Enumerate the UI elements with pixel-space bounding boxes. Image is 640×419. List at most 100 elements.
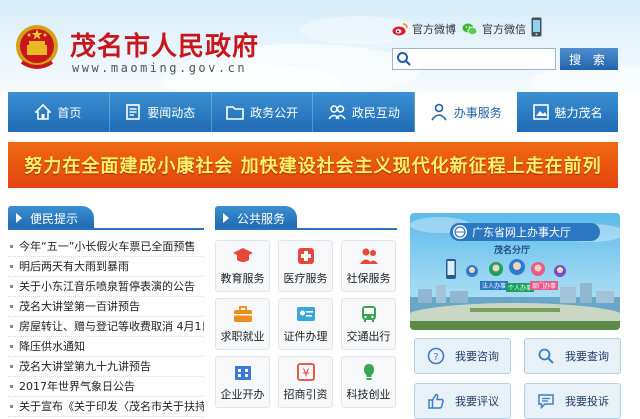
nav-item-news[interactable]: 要闻动态: [110, 92, 212, 132]
nav-item-label: 政民互动: [351, 105, 400, 120]
notice-item[interactable]: 茂名大讲堂第九十九讲预告: [8, 357, 204, 377]
nav-item-label: 办事服务: [453, 105, 502, 120]
portal-title: 广东省网上办事大厅: [472, 226, 571, 239]
site-url: www.maoming.gov.cn: [72, 61, 248, 75]
slogan-banner: 努力在全面建成小康社会 加快建设社会主义现代化新征程上走在前列: [8, 142, 618, 188]
portal-link-legal-person[interactable]: 法人办事: [480, 281, 509, 290]
portal-subtitle: 茂名分厅: [494, 246, 531, 256]
mobile-icon[interactable]: [531, 17, 542, 37]
wechat-icon: [462, 23, 478, 36]
services-grid: 教育服务 医疗服务 社保服务 求职就业 证件办理 交通出行 企业开办 ¥ 招商引…: [215, 240, 397, 408]
notices-title: 便民提示: [30, 211, 79, 226]
investment-icon: ¥: [296, 363, 315, 381]
banner-text: 努力在全面建成小康社会 加快建设社会主义现代化新征程上走在前列: [24, 156, 602, 177]
service-technology[interactable]: 科技创业: [341, 356, 396, 408]
notice-item[interactable]: 关于宣布《关于印发〈茂名市关于扶持大...: [8, 397, 204, 417]
national-emblem-icon: [16, 25, 58, 69]
evaluate-button[interactable]: 我要评议: [414, 383, 511, 419]
svg-text:?: ?: [433, 352, 438, 363]
service-label: 社保服务: [346, 272, 391, 285]
quick-actions: ? 我要咨询 我要查询 我要评议 我要投诉: [414, 338, 621, 419]
complaint-icon: [538, 394, 554, 410]
service-label: 交通出行: [346, 330, 391, 343]
bus-icon: [361, 306, 376, 322]
quick-action-label: 我要查询: [565, 350, 609, 363]
search-button[interactable]: 搜 索: [560, 48, 618, 70]
svg-text:¥: ¥: [302, 367, 309, 380]
consult-button[interactable]: ? 我要咨询: [414, 338, 511, 374]
nav-item-label: 要闻动态: [147, 105, 196, 120]
weibo-label[interactable]: 官方微博: [412, 21, 456, 37]
service-medical[interactable]: 医疗服务: [278, 240, 333, 292]
section-divider: [8, 228, 204, 230]
search-icon: [397, 52, 411, 66]
service-label: 企业开办: [220, 388, 265, 401]
folder-icon: [226, 106, 244, 120]
nav-item-services[interactable]: 办事服务: [415, 92, 518, 132]
service-person-icon: [431, 103, 447, 121]
section-divider: [215, 228, 397, 230]
nav-item-government-affairs[interactable]: 政务公开: [212, 92, 314, 132]
service-education[interactable]: 教育服务: [215, 240, 270, 292]
education-icon: [232, 248, 253, 262]
people-icon: [328, 105, 346, 120]
weibo-link[interactable]: 官方微博: [392, 20, 456, 38]
services-header: 公共服务: [215, 206, 397, 230]
home-icon: [35, 104, 52, 120]
complaint-button[interactable]: 我要投诉: [524, 383, 621, 419]
quick-action-label: 我要投诉: [565, 395, 609, 408]
service-transport[interactable]: 交通出行: [341, 298, 396, 350]
briefcase-icon: [233, 306, 252, 322]
notice-item[interactable]: 今年“五一”小长假火车票已全面预售: [8, 237, 204, 257]
nav-item-label: 首页: [57, 105, 82, 120]
service-investment[interactable]: ¥ 招商引资: [278, 356, 333, 408]
notice-item[interactable]: 明后两天有大雨到暴雨: [8, 257, 204, 277]
notices-tab[interactable]: 便民提示: [8, 206, 94, 230]
notice-item[interactable]: 降压供水通知: [8, 337, 204, 357]
enterprise-icon: [234, 366, 251, 380]
technology-icon: [363, 364, 374, 380]
notice-item[interactable]: 茂名大讲堂第一百讲预告: [8, 297, 204, 317]
service-label: 教育服务: [220, 272, 265, 285]
services-title: 公共服务: [237, 211, 286, 226]
news-icon: [126, 104, 141, 120]
online-service-hall-banner[interactable]: 广东省网上办事大厅 茂名分厅 法人办事 个人办事 部门办事: [410, 213, 620, 330]
service-label: 证件办理: [283, 330, 328, 343]
service-label: 科技创业: [346, 388, 391, 401]
quick-action-label: 我要咨询: [455, 350, 499, 363]
thumbs-up-icon: [428, 393, 444, 409]
notice-item[interactable]: 房屋转让、赠与登记等收费取消 4月1日...: [8, 317, 204, 337]
services-tab[interactable]: 公共服务: [215, 206, 297, 230]
quick-action-label: 我要评议: [455, 395, 499, 408]
service-label: 医疗服务: [283, 272, 328, 285]
site-title[interactable]: 茂名市人民政府: [70, 26, 259, 63]
nav-item-interaction[interactable]: 政民互动: [313, 92, 416, 132]
service-employment[interactable]: 求职就业: [215, 298, 270, 350]
main-nav: 首页 要闻动态 政务公开 政民互动 办事服务 魅力茂名: [8, 92, 618, 132]
wechat-label[interactable]: 官方微信: [482, 21, 526, 37]
search-input[interactable]: [392, 48, 556, 70]
nav-item-home[interactable]: 首页: [8, 92, 110, 132]
medical-icon: [297, 248, 314, 264]
nav-item-label: 政务公开: [250, 105, 299, 120]
search-icon: [538, 348, 554, 364]
service-enterprise[interactable]: 企业开办: [215, 356, 270, 408]
query-button[interactable]: 我要查询: [524, 338, 621, 374]
arrow-right-icon: [16, 213, 22, 223]
portal-link-department[interactable]: 部门办事: [530, 281, 559, 290]
arrow-right-icon: [223, 213, 229, 223]
social-security-icon: [359, 248, 378, 264]
notice-list: 今年“五一”小长假火车票已全面预售 明后两天有大雨到暴雨 关于小东江音乐喷泉暂停…: [8, 237, 204, 417]
wechat-link[interactable]: 官方微信: [462, 20, 526, 38]
notice-item[interactable]: 2017年世界气象日公告: [8, 377, 204, 397]
picture-icon: [532, 104, 549, 120]
service-id-card[interactable]: 证件办理: [278, 298, 333, 350]
notices-header: 便民提示: [8, 206, 204, 230]
service-social-security[interactable]: 社保服务: [341, 240, 396, 292]
weibo-icon: [392, 23, 408, 36]
service-label: 求职就业: [220, 330, 265, 343]
question-icon: ?: [427, 347, 445, 365]
notice-item[interactable]: 关于小东江音乐喷泉暂停表演的公告: [8, 277, 204, 297]
id-card-icon: [296, 307, 315, 321]
nav-item-charm-maoming[interactable]: 魅力茂名: [517, 92, 618, 132]
